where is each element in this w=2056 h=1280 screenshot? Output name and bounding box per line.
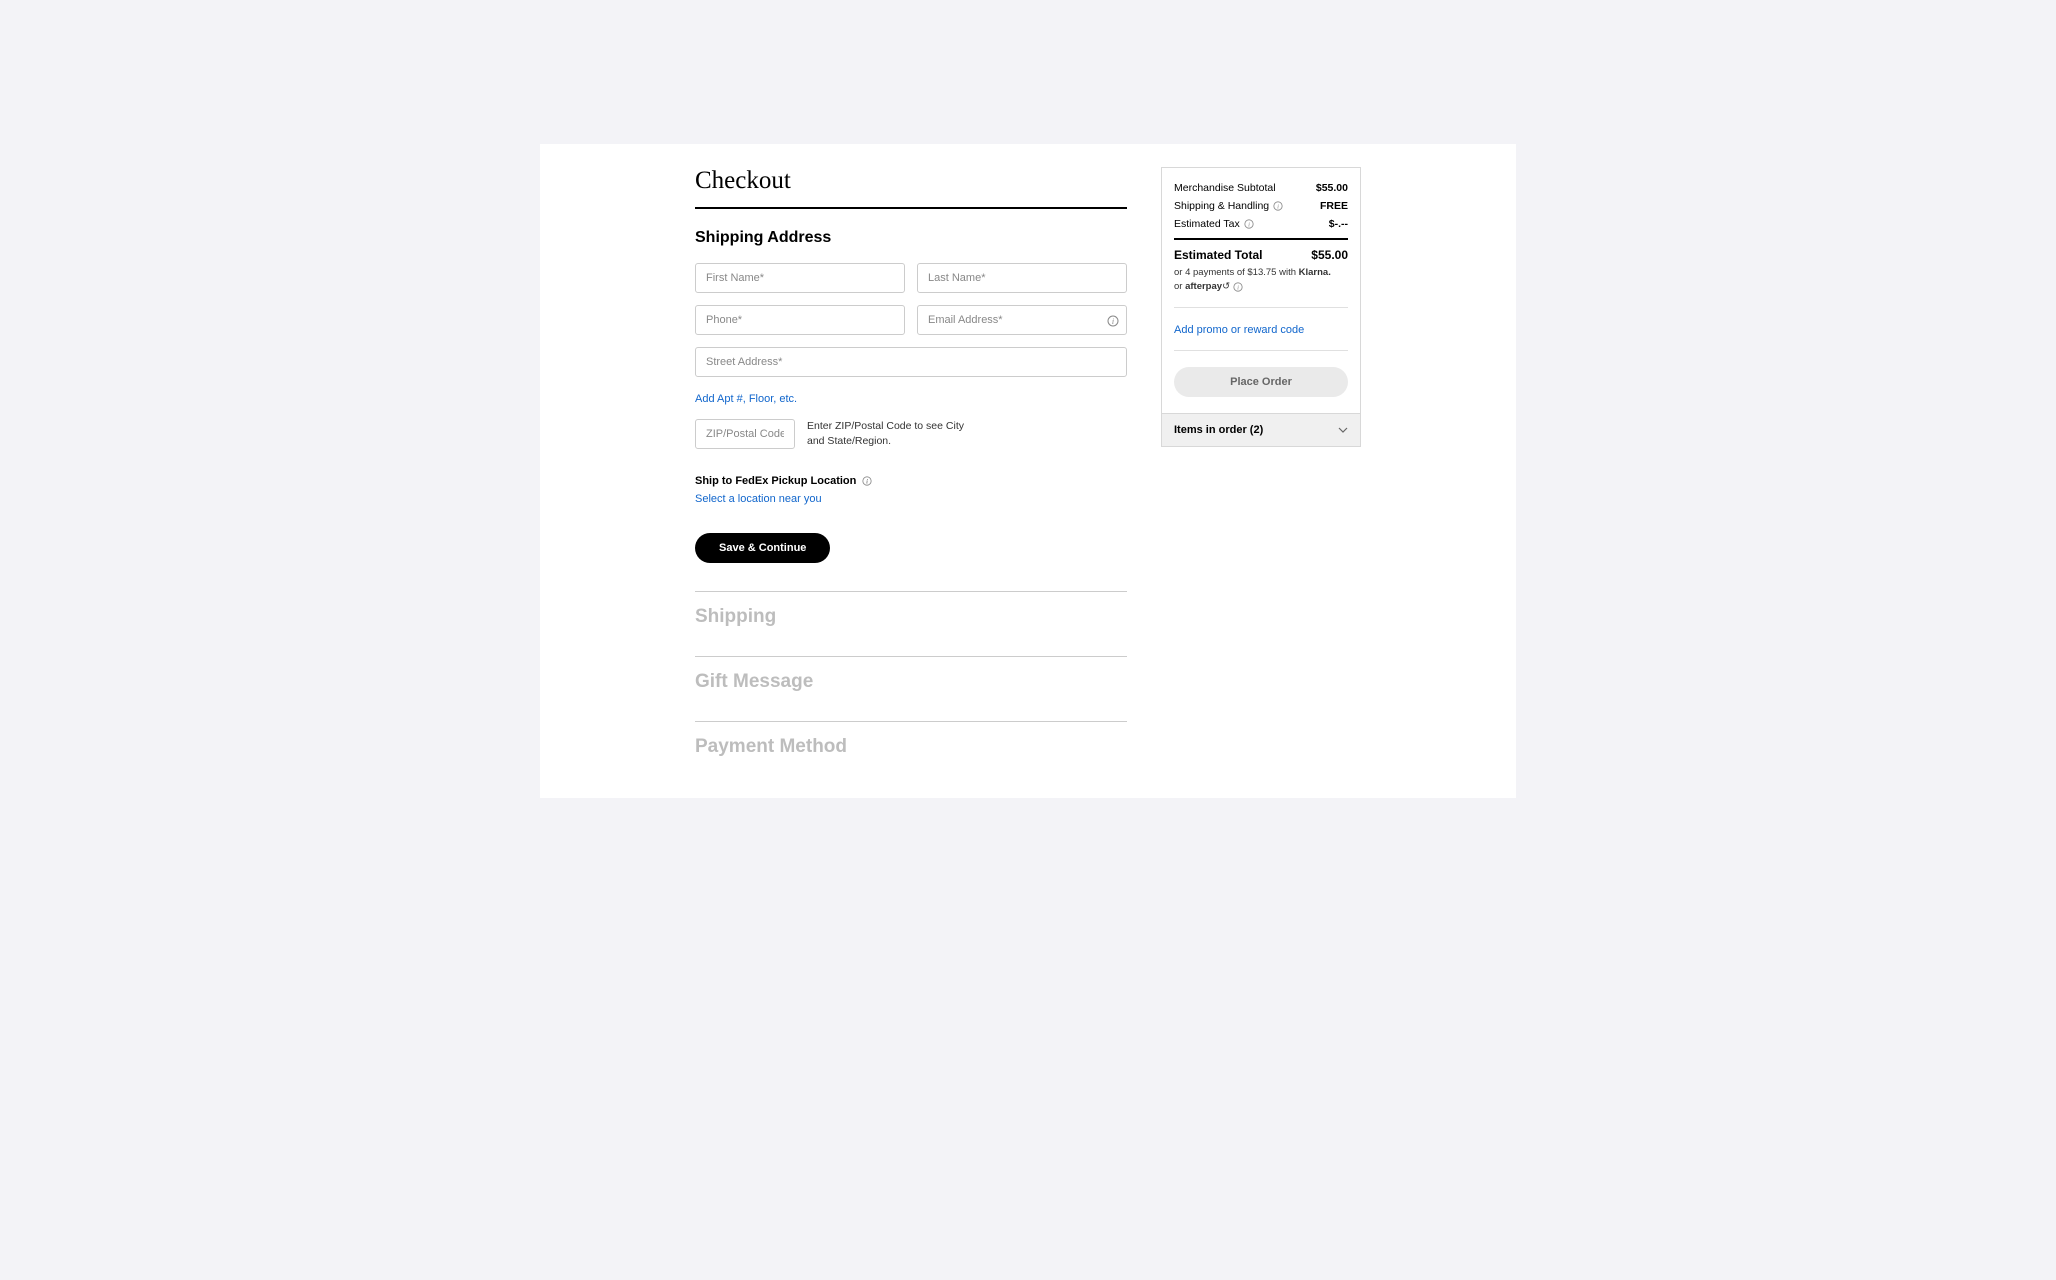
fedex-select-location-link[interactable]: Select a location near you: [695, 493, 1127, 505]
items-in-order-label: Items in order (2): [1174, 424, 1263, 436]
divider-payment: [695, 721, 1127, 722]
fedex-block: Ship to FedEx Pickup Location i Select a…: [695, 471, 1127, 505]
tax-info-icon[interactable]: i: [1244, 219, 1254, 229]
fedex-info-icon[interactable]: i: [862, 476, 872, 486]
zip-field-wrap: [695, 419, 795, 449]
checkout-page: Checkout Shipping Address i: [540, 144, 1516, 798]
main-column: Checkout Shipping Address i: [695, 167, 1127, 758]
subtotal-row: Merchandise Subtotal $55.00: [1174, 182, 1348, 194]
afterpay-brand: afterpay: [1185, 281, 1222, 292]
installments-prefix: or 4 payments of $13.75 with: [1174, 267, 1299, 278]
email-input[interactable]: [917, 305, 1127, 335]
save-continue-button[interactable]: Save & Continue: [695, 533, 830, 563]
total-label: Estimated Total: [1174, 248, 1262, 262]
installments-text: or 4 payments of $13.75 with Klarna. or …: [1174, 266, 1348, 295]
svg-text:i: i: [1112, 317, 1114, 326]
or-text: or: [1174, 281, 1185, 292]
street-input[interactable]: [695, 347, 1127, 377]
klarna-brand: Klarna.: [1299, 267, 1331, 278]
summary-body: Merchandise Subtotal $55.00 Shipping & H…: [1162, 168, 1360, 413]
afterpay-loop-icon: ↺: [1222, 281, 1230, 292]
shipping-address-heading: Shipping Address: [695, 229, 1127, 247]
zip-hint-text: Enter ZIP/Postal Code to see City and St…: [807, 419, 967, 448]
contact-row: i: [695, 305, 1127, 335]
divider-shipping: [695, 591, 1127, 592]
divider-gift: [695, 656, 1127, 657]
shipping-label: Shipping & Handling i: [1174, 200, 1283, 212]
gift-message-section-heading: Gift Message: [695, 671, 1127, 693]
shipping-label-text: Shipping & Handling: [1174, 200, 1269, 212]
last-name-field-wrap: [917, 263, 1127, 293]
subtotal-label: Merchandise Subtotal: [1174, 182, 1276, 194]
total-row: Estimated Total $55.00: [1174, 248, 1348, 262]
shipping-row: Shipping & Handling i FREE: [1174, 200, 1348, 212]
last-name-input[interactable]: [917, 263, 1127, 293]
svg-text:i: i: [1237, 284, 1239, 291]
shipping-info-icon[interactable]: i: [1273, 201, 1283, 211]
tax-row: Estimated Tax i $-.--: [1174, 218, 1348, 230]
tax-label: Estimated Tax i: [1174, 218, 1254, 230]
summary-divider: [1174, 238, 1348, 240]
items-in-order-toggle[interactable]: Items in order (2): [1162, 413, 1360, 446]
zip-input[interactable]: [695, 419, 795, 449]
phone-input[interactable]: [695, 305, 905, 335]
promo-divider-bottom: [1174, 350, 1348, 351]
add-apt-link[interactable]: Add Apt #, Floor, etc.: [695, 393, 797, 405]
tax-label-text: Estimated Tax: [1174, 218, 1240, 230]
first-name-input[interactable]: [695, 263, 905, 293]
first-name-field-wrap: [695, 263, 905, 293]
payment-method-section-heading: Payment Method: [695, 736, 1127, 758]
zip-row: Enter ZIP/Postal Code to see City and St…: [695, 419, 1127, 449]
chevron-down-icon: [1338, 425, 1348, 435]
svg-text:i: i: [1277, 204, 1279, 211]
page-title: Checkout: [695, 167, 1127, 207]
svg-text:i: i: [866, 479, 868, 486]
title-divider: [695, 207, 1127, 209]
street-field-wrap: [695, 347, 1127, 377]
phone-field-wrap: [695, 305, 905, 335]
email-info-icon[interactable]: i: [1107, 314, 1119, 326]
promo-divider-top: [1174, 307, 1348, 308]
total-value: $55.00: [1311, 248, 1348, 262]
tax-value: $-.--: [1329, 218, 1348, 230]
street-row: [695, 347, 1127, 377]
order-summary: Merchandise Subtotal $55.00 Shipping & H…: [1161, 167, 1361, 447]
email-field-wrap: i: [917, 305, 1127, 335]
promo-code-link[interactable]: Add promo or reward code: [1174, 324, 1304, 336]
fedex-label-text: Ship to FedEx Pickup Location: [695, 475, 856, 487]
fedex-label: Ship to FedEx Pickup Location i: [695, 475, 872, 487]
subtotal-value: $55.00: [1316, 182, 1348, 194]
shipping-value: FREE: [1320, 200, 1348, 212]
name-row: [695, 263, 1127, 293]
place-order-button[interactable]: Place Order: [1174, 367, 1348, 397]
shipping-section-heading: Shipping: [695, 606, 1127, 628]
afterpay-info-icon[interactable]: i: [1233, 282, 1243, 292]
svg-text:i: i: [1248, 222, 1250, 229]
